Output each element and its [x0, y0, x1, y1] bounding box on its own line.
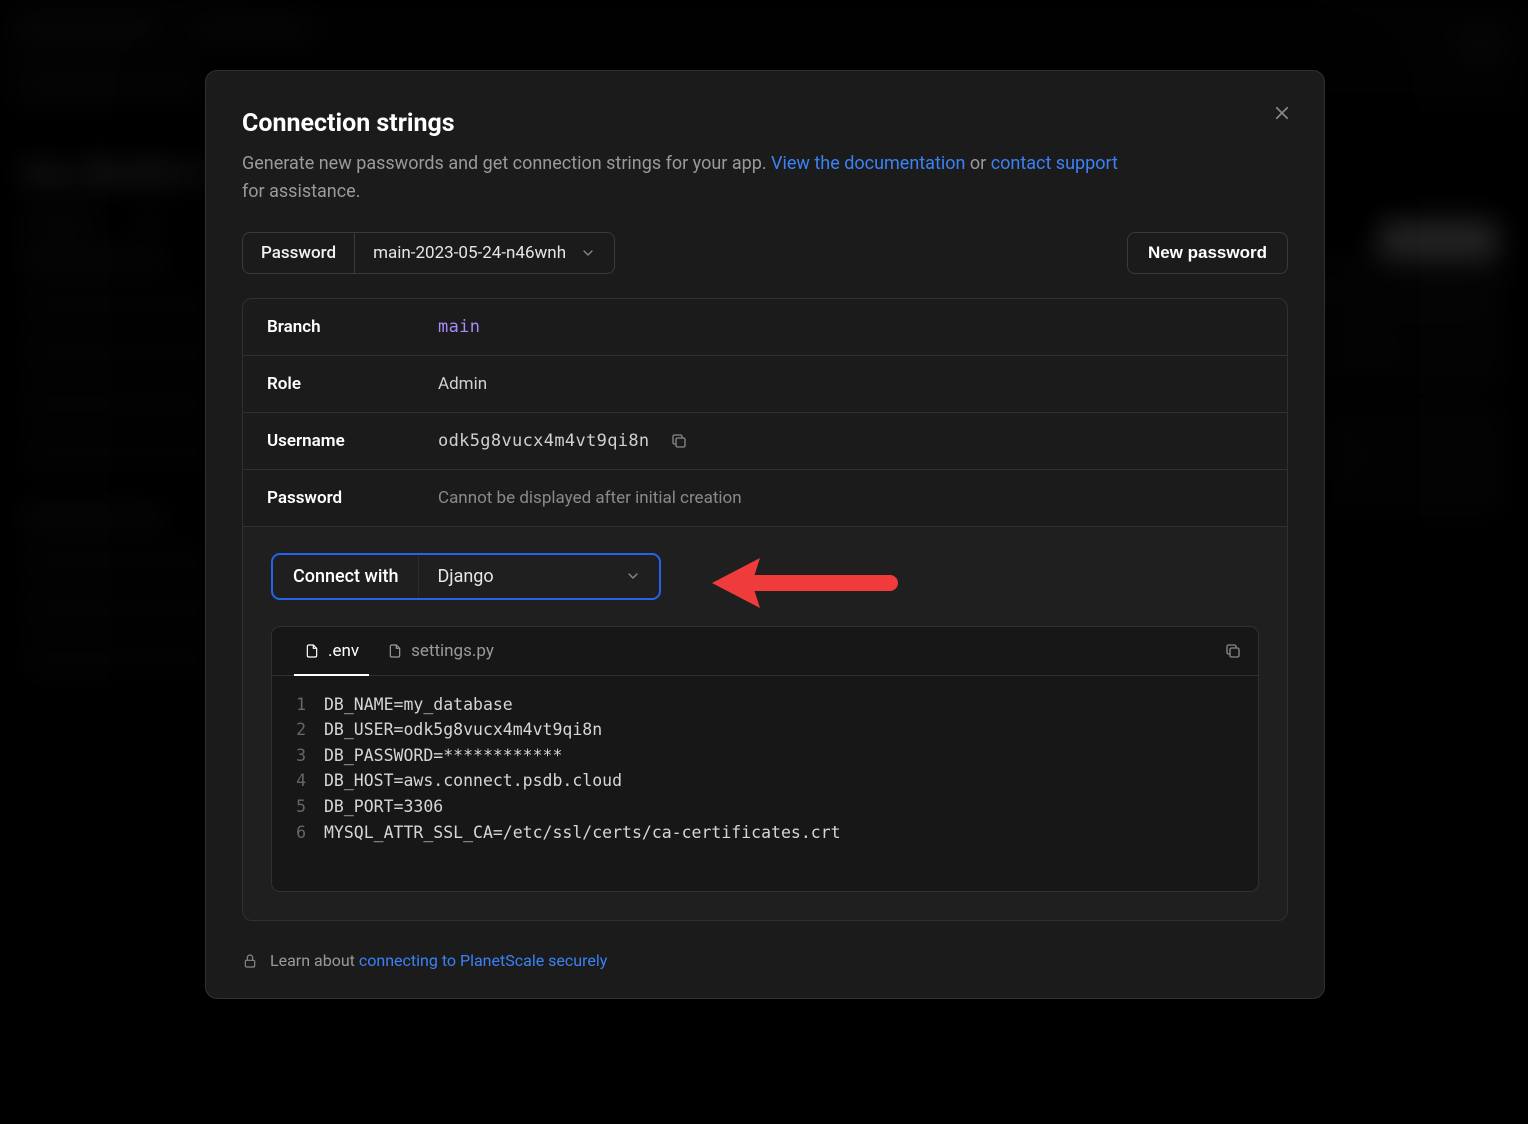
role-value: Admin — [438, 356, 487, 412]
password-selector-value: main-2023-05-24-n46wnh — [373, 243, 566, 263]
code-tabs: .env settings.py — [272, 627, 1258, 676]
detail-row-role: Role Admin — [243, 356, 1287, 413]
password-selector-dropdown[interactable]: main-2023-05-24-n46wnh — [355, 232, 615, 274]
code-line: 3DB_PASSWORD=************ — [290, 743, 1240, 769]
lock-icon — [242, 953, 258, 969]
close-button[interactable] — [1268, 101, 1296, 129]
code-body[interactable]: 1DB_NAME=my_database 2DB_USER=odk5g8vucx… — [272, 676, 1258, 891]
password-selector: Password main-2023-05-24-n46wnh — [242, 232, 615, 274]
username-value: odk5g8vucx4m4vt9qi8n — [438, 413, 688, 469]
code-line: 6MYSQL_ATTR_SSL_CA=/etc/ssl/certs/ca-cer… — [290, 820, 1240, 846]
modal-footer: Learn about connecting to PlanetScale se… — [242, 951, 1288, 970]
tab-env[interactable]: .env — [290, 627, 373, 675]
new-password-button[interactable]: New password — [1127, 232, 1288, 274]
connect-panel: Connect with Django .env — [242, 527, 1288, 921]
secure-connection-link[interactable]: connecting to PlanetScale securely — [359, 951, 607, 970]
detail-row-username: Username odk5g8vucx4m4vt9qi8n — [243, 413, 1287, 470]
code-line: 2DB_USER=odk5g8vucx4m4vt9qi8n — [290, 717, 1240, 743]
branch-value: main — [438, 299, 480, 355]
password-selector-label: Password — [242, 232, 355, 274]
view-documentation-link[interactable]: View the documentation — [771, 153, 965, 174]
modal-title: Connection strings — [242, 109, 1288, 138]
password-value: Cannot be displayed after initial creati… — [438, 470, 742, 526]
file-icon — [304, 643, 320, 659]
modal-subtitle: Generate new passwords and get connectio… — [242, 150, 1142, 206]
connection-details-table: Branch main Role Admin Username odk5g8vu… — [242, 298, 1288, 527]
connect-with-label: Connect with — [273, 555, 419, 598]
connection-strings-modal: Connection strings Generate new password… — [205, 70, 1325, 999]
code-snippet-card: .env settings.py 1DB_NAME=my_database 2D… — [271, 626, 1259, 892]
chevron-down-icon — [625, 568, 641, 584]
chevron-down-icon — [580, 245, 596, 261]
copy-code-button[interactable] — [1224, 642, 1242, 660]
file-icon — [387, 643, 403, 659]
code-line: 5DB_PORT=3306 — [290, 794, 1240, 820]
tab-settings[interactable]: settings.py — [373, 627, 508, 675]
code-line: 4DB_HOST=aws.connect.psdb.cloud — [290, 768, 1240, 794]
contact-support-link[interactable]: contact support — [991, 153, 1118, 174]
connect-with-dropdown[interactable]: Django — [419, 555, 659, 598]
connect-with-selector: Connect with Django — [271, 553, 661, 600]
detail-row-branch: Branch main — [243, 299, 1287, 356]
detail-row-password: Password Cannot be displayed after initi… — [243, 470, 1287, 526]
close-icon — [1273, 104, 1291, 126]
code-line: 1DB_NAME=my_database — [290, 692, 1240, 718]
connect-with-value: Django — [437, 566, 493, 587]
copy-username-button[interactable] — [670, 432, 688, 450]
